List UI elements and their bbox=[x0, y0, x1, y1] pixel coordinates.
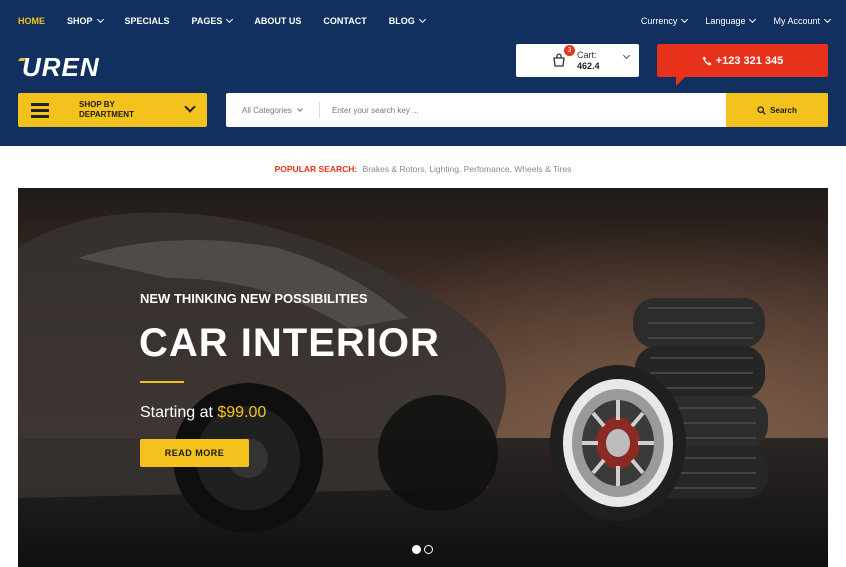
slider-dot-1[interactable] bbox=[412, 545, 421, 554]
cart-label: Cart: bbox=[577, 50, 597, 60]
language-dropdown[interactable]: Language bbox=[705, 15, 757, 26]
department-label: SHOP BY DEPARTMENT bbox=[79, 100, 134, 120]
search-bar: All Categories Search bbox=[226, 93, 828, 127]
menu-icon bbox=[31, 103, 49, 118]
site-logo[interactable]: UREN bbox=[18, 52, 138, 82]
hero-title: CAR INTERIOR bbox=[139, 321, 440, 365]
main-nav: HOME SHOP SPECIALS PAGES ABOUT US CONTAC… bbox=[18, 14, 447, 28]
slider-dot-2[interactable] bbox=[424, 545, 433, 554]
popular-search: POPULAR SEARCH: Brakes & Rotors, Lightin… bbox=[0, 164, 846, 174]
nav-specials-label: SPECIALS bbox=[124, 16, 170, 26]
currency-label: Currency bbox=[640, 16, 678, 26]
search-input[interactable] bbox=[332, 93, 722, 127]
search-button[interactable]: Search bbox=[726, 93, 828, 127]
utility-nav: Currency Language My Account bbox=[623, 14, 832, 28]
department-label-line2: DEPARTMENT bbox=[79, 110, 134, 119]
chevron-down-icon bbox=[226, 15, 234, 24]
account-label: My Account bbox=[773, 16, 820, 26]
phone-number: +123 321 345 bbox=[715, 54, 784, 67]
slider-pagination bbox=[412, 545, 436, 554]
chevron-down-icon bbox=[681, 15, 689, 24]
search-icon bbox=[757, 105, 766, 115]
search-divider bbox=[319, 102, 320, 118]
site-header: HOME SHOP SPECIALS PAGES ABOUT US CONTAC… bbox=[0, 0, 846, 146]
nav-pages-label: PAGES bbox=[191, 16, 223, 26]
cart-count-badge: 3 bbox=[564, 45, 575, 56]
department-label-line1: SHOP BY bbox=[79, 100, 115, 109]
nav-home[interactable]: HOME bbox=[18, 16, 45, 26]
search-button-label: Search bbox=[770, 105, 797, 115]
nav-shop-label: SHOP bbox=[67, 16, 93, 26]
cart-button[interactable]: 3 Cart: 462.4 bbox=[516, 44, 639, 77]
currency-dropdown[interactable]: Currency bbox=[640, 15, 689, 26]
logo-mark: UREN bbox=[18, 52, 100, 82]
nav-contact[interactable]: CONTACT bbox=[323, 16, 366, 26]
phone-icon bbox=[702, 56, 712, 65]
chevron-down-icon bbox=[418, 15, 426, 24]
nav-blog-label: BLOG bbox=[388, 16, 415, 26]
chevron-down-icon bbox=[184, 101, 196, 113]
shopping-bag-icon bbox=[553, 53, 565, 67]
chevron-down-icon bbox=[622, 51, 631, 60]
popular-search-label: POPULAR SEARCH: bbox=[274, 164, 358, 174]
cart-total: 462.4 bbox=[577, 61, 600, 71]
language-label: Language bbox=[705, 16, 746, 26]
category-select[interactable]: All Categories bbox=[242, 93, 303, 127]
chevron-down-icon bbox=[823, 15, 832, 24]
nav-about-us[interactable]: ABOUT US bbox=[254, 16, 301, 26]
hero-slider[interactable]: NEW THINKING NEW POSSIBILITIES CAR INTER… bbox=[18, 188, 828, 567]
nav-home-label: HOME bbox=[18, 16, 45, 26]
nav-shop[interactable]: SHOP bbox=[67, 15, 104, 26]
account-dropdown[interactable]: My Account bbox=[773, 15, 832, 26]
nav-specials[interactable]: SPECIALS bbox=[125, 16, 170, 26]
nav-about-label: ABOUT US bbox=[254, 16, 302, 26]
phone-button[interactable]: +123 321 345 bbox=[657, 44, 828, 77]
nav-contact-label: CONTACT bbox=[323, 16, 367, 26]
phone-tail-decoration bbox=[676, 76, 686, 86]
chevron-down-icon bbox=[96, 15, 104, 24]
nav-pages[interactable]: PAGES bbox=[191, 15, 234, 26]
hero-subtitle: NEW THINKING NEW POSSIBILITIES bbox=[140, 291, 368, 306]
category-select-value: All Categories bbox=[242, 105, 292, 115]
hero-price: Starting at $99.00 bbox=[140, 404, 266, 422]
hero-divider bbox=[140, 381, 184, 383]
read-more-button[interactable]: READ MORE bbox=[140, 439, 249, 467]
hero-background-image bbox=[18, 188, 828, 567]
hero-price-prefix: Starting at bbox=[140, 404, 218, 421]
chevron-down-icon bbox=[749, 15, 757, 24]
hero-price-amount: $99.00 bbox=[217, 404, 267, 421]
popular-search-terms[interactable]: Brakes & Rotors, Lighting, Perfomance, W… bbox=[363, 164, 572, 174]
shop-by-department-button[interactable]: SHOP BY DEPARTMENT bbox=[18, 93, 207, 127]
nav-blog[interactable]: BLOG bbox=[388, 15, 426, 26]
svg-text:UREN: UREN bbox=[22, 52, 100, 82]
chevron-down-icon bbox=[296, 105, 303, 112]
